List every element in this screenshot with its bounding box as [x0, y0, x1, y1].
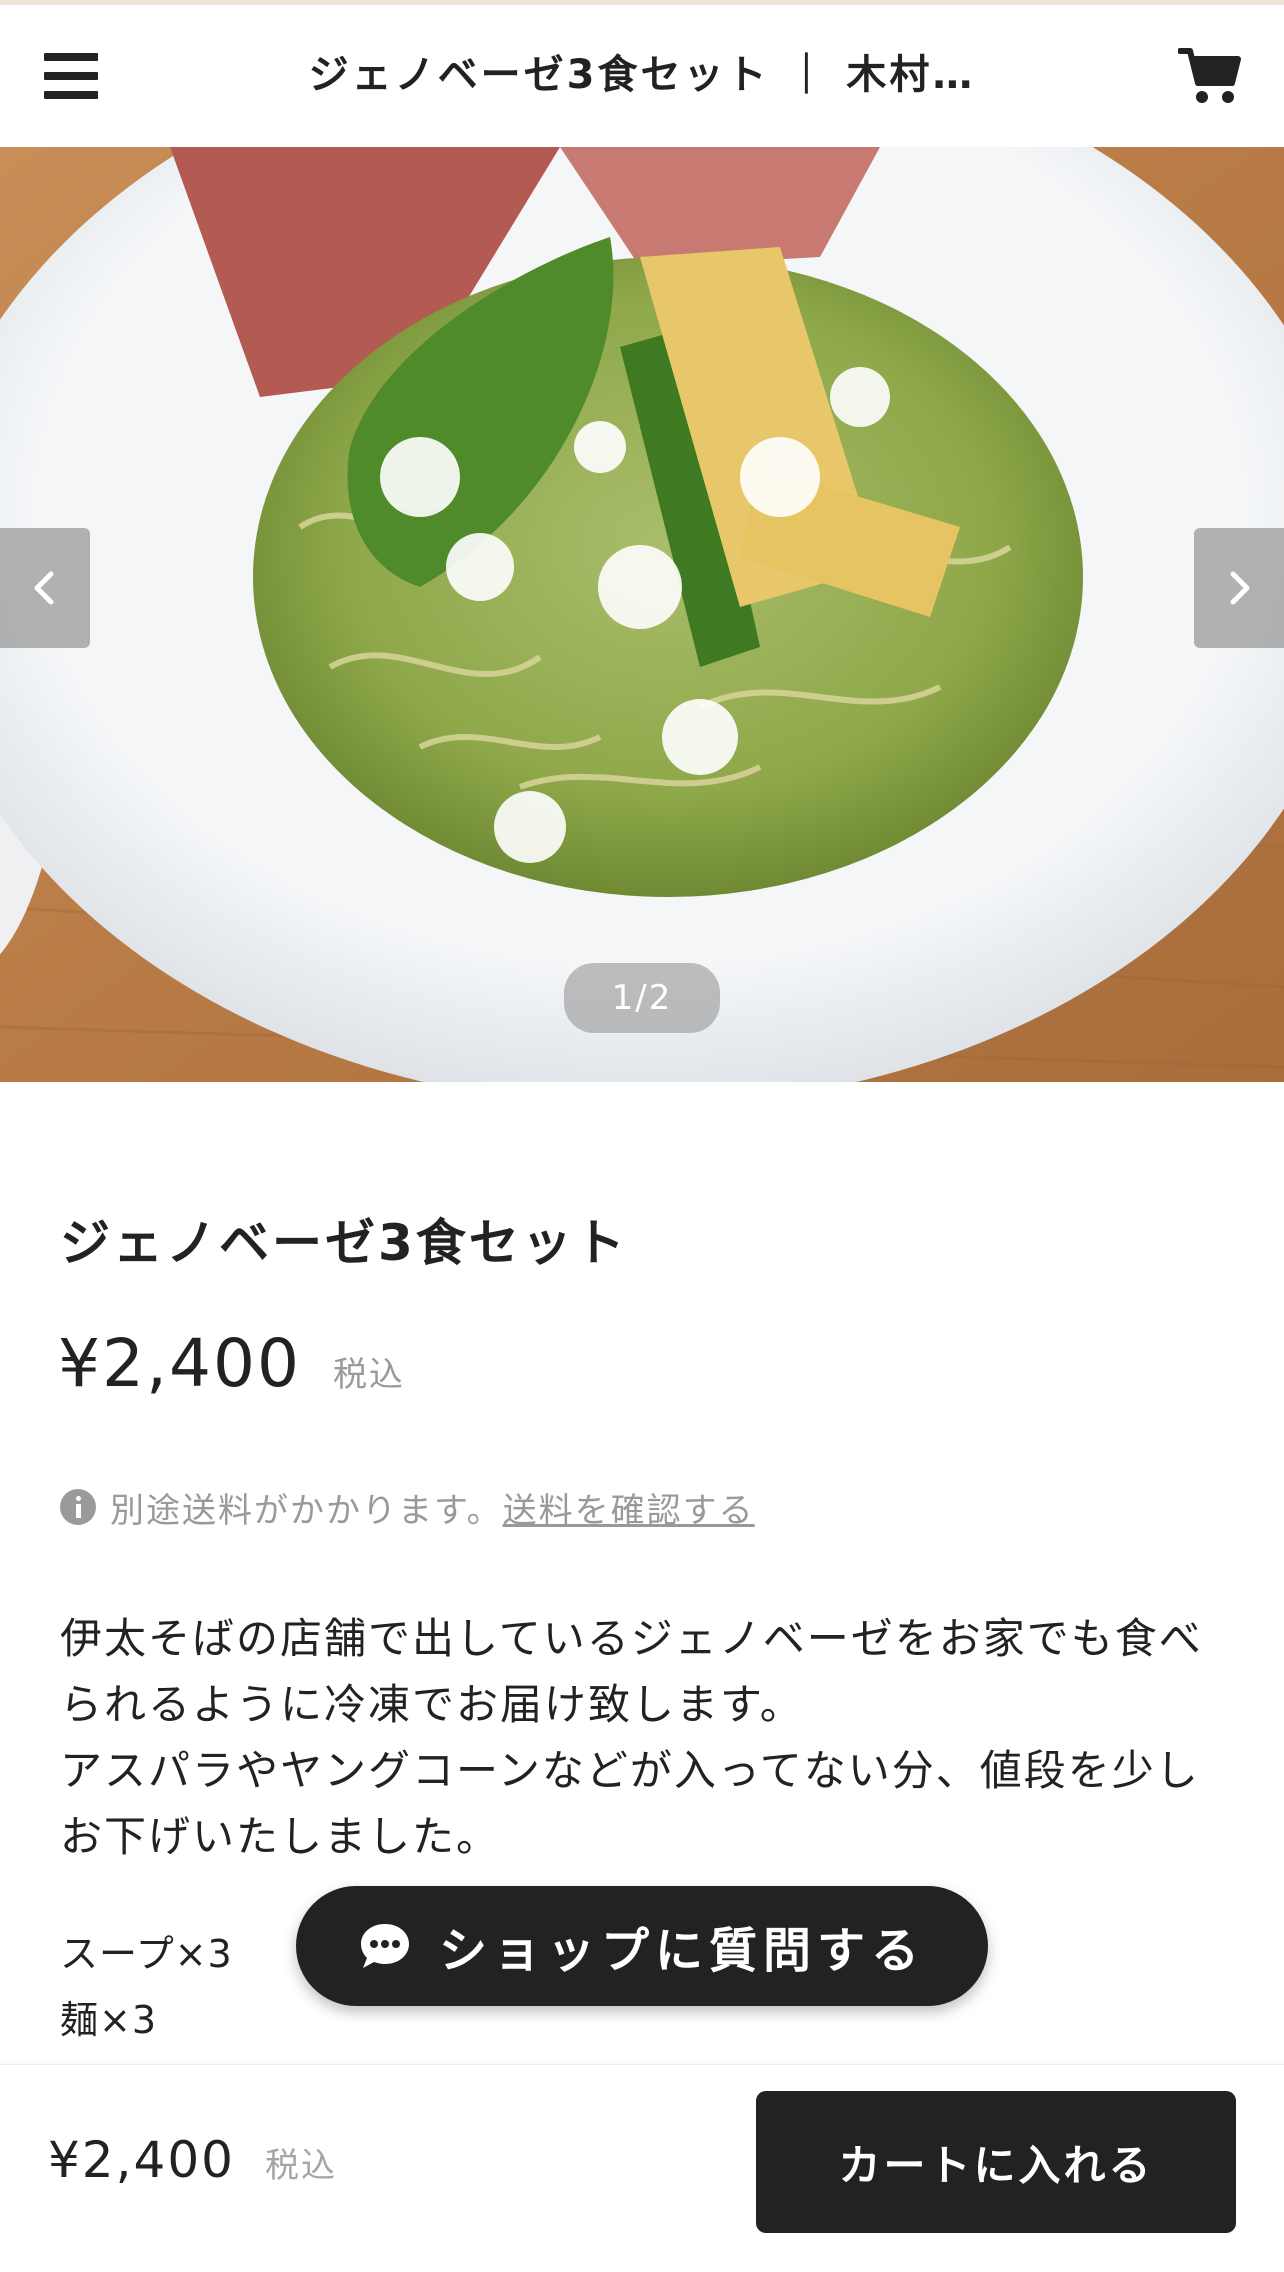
add-to-cart-button[interactable]: カートに入れる — [756, 2091, 1236, 2233]
description-paragraph: アスパラやヤングコーンなどが入ってない分、値段を少しお下げいたしました。 — [60, 1746, 1200, 1861]
chevron-left-icon — [34, 571, 54, 605]
product-description: 伊太そばの店舗で出しているジェノベーゼをお家でも食べられるように冷凍でお届け致し… — [60, 1606, 1230, 1870]
contents-item: スープ×3 — [60, 1932, 233, 1976]
bottom-price-row: ¥2,400 税込 — [48, 2131, 337, 2191]
contents-item: 麺×3 — [60, 1998, 158, 2042]
carousel-next-button[interactable] — [1194, 528, 1284, 648]
cart-icon[interactable] — [1177, 45, 1242, 107]
price-row: ¥2,400 税込 — [58, 1325, 405, 1409]
tax-label: 税込 — [332, 1355, 405, 1395]
carousel-counter: 1/2 — [564, 963, 720, 1033]
chat-bubble-icon — [360, 1924, 409, 1968]
shipping-fee-link[interactable]: 送料を確認する — [503, 1483, 755, 1532]
set-contents: スープ×3 麺×3 — [60, 1921, 233, 2053]
bottom-tax-label: 税込 — [264, 2146, 337, 2186]
product-image-carousel[interactable]: 1/2 — [0, 147, 1284, 1082]
description-paragraph: 伊太そばの店舗で出しているジェノベーゼをお家でも食べられるように冷凍でお届け致し… — [60, 1614, 1203, 1729]
chevron-right-icon — [1230, 571, 1250, 605]
page-title: ジェノベーゼ3食セット ｜ 木村… — [308, 52, 976, 98]
header: ジェノベーゼ3食セット ｜ 木村… — [0, 5, 1284, 148]
info-icon — [60, 1489, 96, 1525]
bottom-price: ¥2,400 — [48, 2131, 235, 2189]
ask-shop-button[interactable]: ショップに質問する — [296, 1886, 988, 2006]
ask-shop-label: ショップに質問する — [438, 1923, 925, 1979]
carousel-prev-button[interactable] — [0, 528, 90, 648]
product-price: ¥2,400 — [58, 1325, 301, 1402]
product-title: ジェノベーゼ3食セット — [60, 1214, 628, 1272]
shipping-note: 別途送料がかかります。 送料を確認する — [60, 1482, 755, 1532]
hamburger-menu-icon[interactable] — [34, 43, 108, 113]
bottom-purchase-bar: ¥2,400 税込 カートに入れる — [0, 2064, 1284, 2272]
shipping-note-text: 別途送料がかかります。 — [110, 1490, 503, 1531]
product-image — [0, 147, 1284, 1082]
